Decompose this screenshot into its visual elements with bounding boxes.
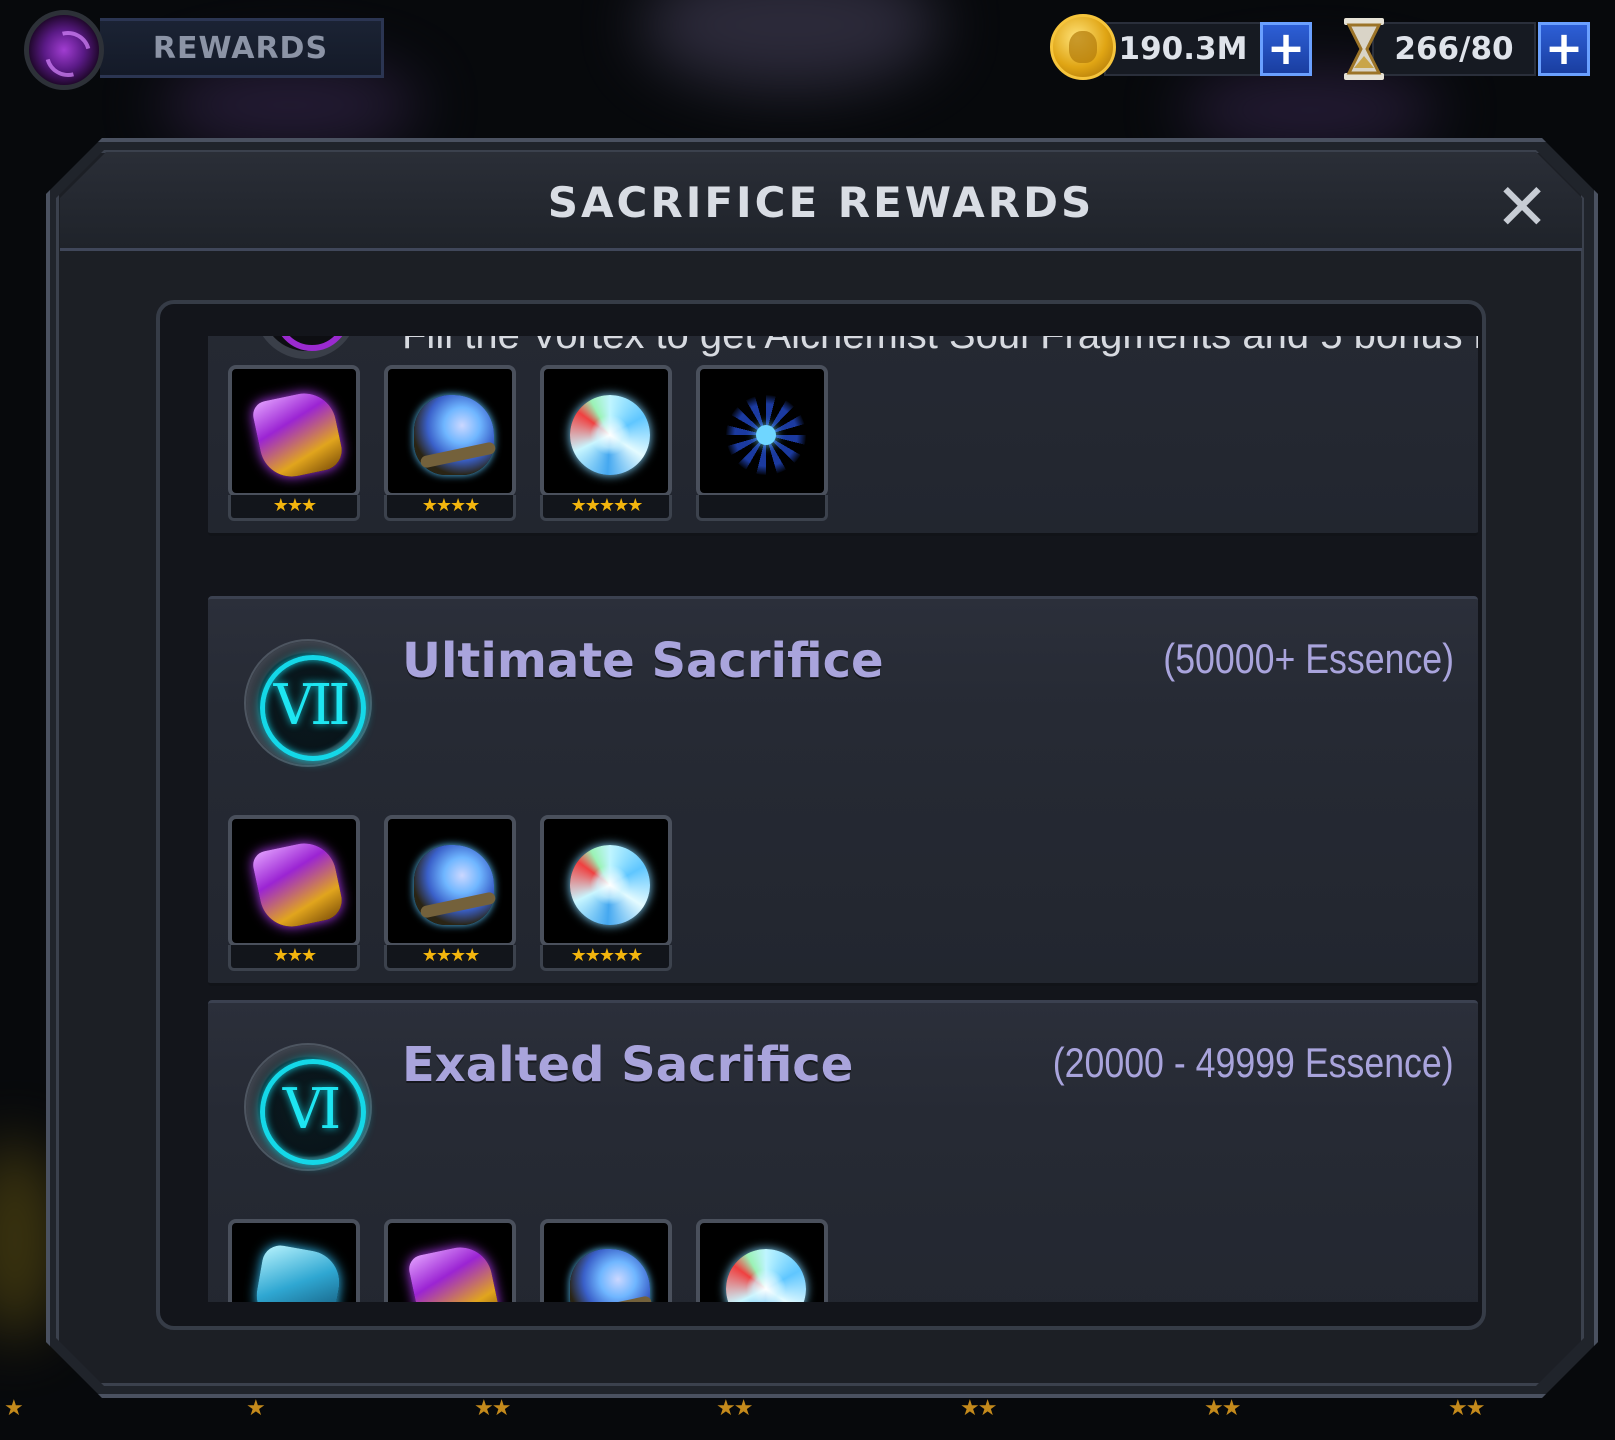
- rewards-tab[interactable]: REWARDS: [100, 18, 384, 78]
- background-glow: [640, 0, 940, 90]
- add-energy-button[interactable]: +: [1538, 22, 1590, 76]
- gold-amount: 190.3M: [1118, 31, 1248, 67]
- background-stars: ★: [4, 1396, 24, 1421]
- tier-essence-range: (20000 - 49999 Essence): [1053, 1039, 1454, 1086]
- tier-badge: VII: [244, 639, 372, 767]
- blue-crystal-icon: [251, 1242, 345, 1302]
- background-stars: ★: [246, 1396, 266, 1421]
- star-rating: ★★★★: [384, 945, 516, 971]
- star-rating: ★★★★★: [540, 945, 672, 971]
- close-button[interactable]: ✕: [1494, 176, 1550, 240]
- gold-counter: 190.3M: [1104, 22, 1262, 76]
- tier-numeral: VII: [273, 672, 351, 738]
- energy-amount: 266/80: [1394, 31, 1514, 67]
- vortex-burst-icon: [726, 395, 806, 475]
- tier-name: Ultimate Sacrifice: [402, 633, 884, 689]
- tier-description: Fill the Vortex to get Alchemist Soul Fr…: [402, 336, 1478, 358]
- rewards-tab-label: REWARDS: [152, 30, 329, 66]
- gold-coin-icon: [1050, 14, 1116, 80]
- background-stars: ★★: [960, 1396, 997, 1421]
- background-stars: ★★: [474, 1396, 511, 1421]
- background-stars: ★★: [1448, 1396, 1485, 1421]
- prismatic-diamond-icon: [570, 395, 650, 475]
- reward-slot[interactable]: [384, 1219, 516, 1302]
- background-stars: ★★: [716, 1396, 753, 1421]
- reward-slot[interactable]: ★★★: [228, 815, 360, 971]
- prismatic-diamond-icon: [726, 1249, 806, 1302]
- energy-counter: 266/80: [1372, 22, 1536, 76]
- skull-orb-icon: [570, 1249, 650, 1302]
- tier-numeral: VI: [282, 1076, 342, 1142]
- star-rating: ★★★: [228, 945, 360, 971]
- add-gold-button[interactable]: +: [1260, 22, 1312, 76]
- tier-card-ultimate: VII Ultimate Sacrifice (50000+ Essence) …: [208, 596, 1478, 986]
- tier-card-vortex: Fill the Vortex to get Alchemist Soul Fr…: [208, 336, 1478, 536]
- star-rating: ★★★: [228, 495, 360, 521]
- tier-card-exalted: VI Exalted Sacrifice (20000 - 49999 Esse…: [208, 1000, 1478, 1302]
- star-rating: [696, 495, 828, 521]
- reward-slot[interactable]: ★★★★: [384, 815, 516, 971]
- background-stars: ★★: [1204, 1396, 1241, 1421]
- reward-slot[interactable]: ★★★★: [384, 365, 516, 521]
- purple-gold-crystal-icon: [250, 837, 346, 933]
- reward-slot[interactable]: [696, 365, 828, 521]
- reward-slot[interactable]: [540, 1219, 672, 1302]
- reward-slot[interactable]: [228, 1219, 360, 1302]
- tier-essence-range: (50000+ Essence): [1163, 635, 1454, 682]
- star-rating: ★★★★: [384, 495, 516, 521]
- hourglass-icon: [1344, 18, 1384, 80]
- skull-orb-icon: [414, 395, 494, 475]
- reward-slot[interactable]: ★★★★★: [540, 365, 672, 521]
- modal-title: SACRIFICE REWARDS: [547, 177, 1095, 227]
- skull-orb-icon: [414, 845, 494, 925]
- vortex-icon[interactable]: [24, 10, 104, 90]
- reward-slot[interactable]: ★★★: [228, 365, 360, 521]
- vortex-tier-icon: [254, 336, 358, 359]
- reward-slot[interactable]: [696, 1219, 828, 1302]
- purple-gold-crystal-icon: [406, 1241, 502, 1302]
- reward-slot[interactable]: ★★★★★: [540, 815, 672, 971]
- tier-badge: VI: [244, 1043, 372, 1171]
- star-rating: ★★★★★: [540, 495, 672, 521]
- prismatic-diamond-icon: [570, 845, 650, 925]
- rewards-list[interactable]: Fill the Vortex to get Alchemist Soul Fr…: [208, 336, 1478, 1302]
- tier-name: Exalted Sacrifice: [402, 1037, 854, 1093]
- purple-gold-crystal-icon: [250, 387, 346, 483]
